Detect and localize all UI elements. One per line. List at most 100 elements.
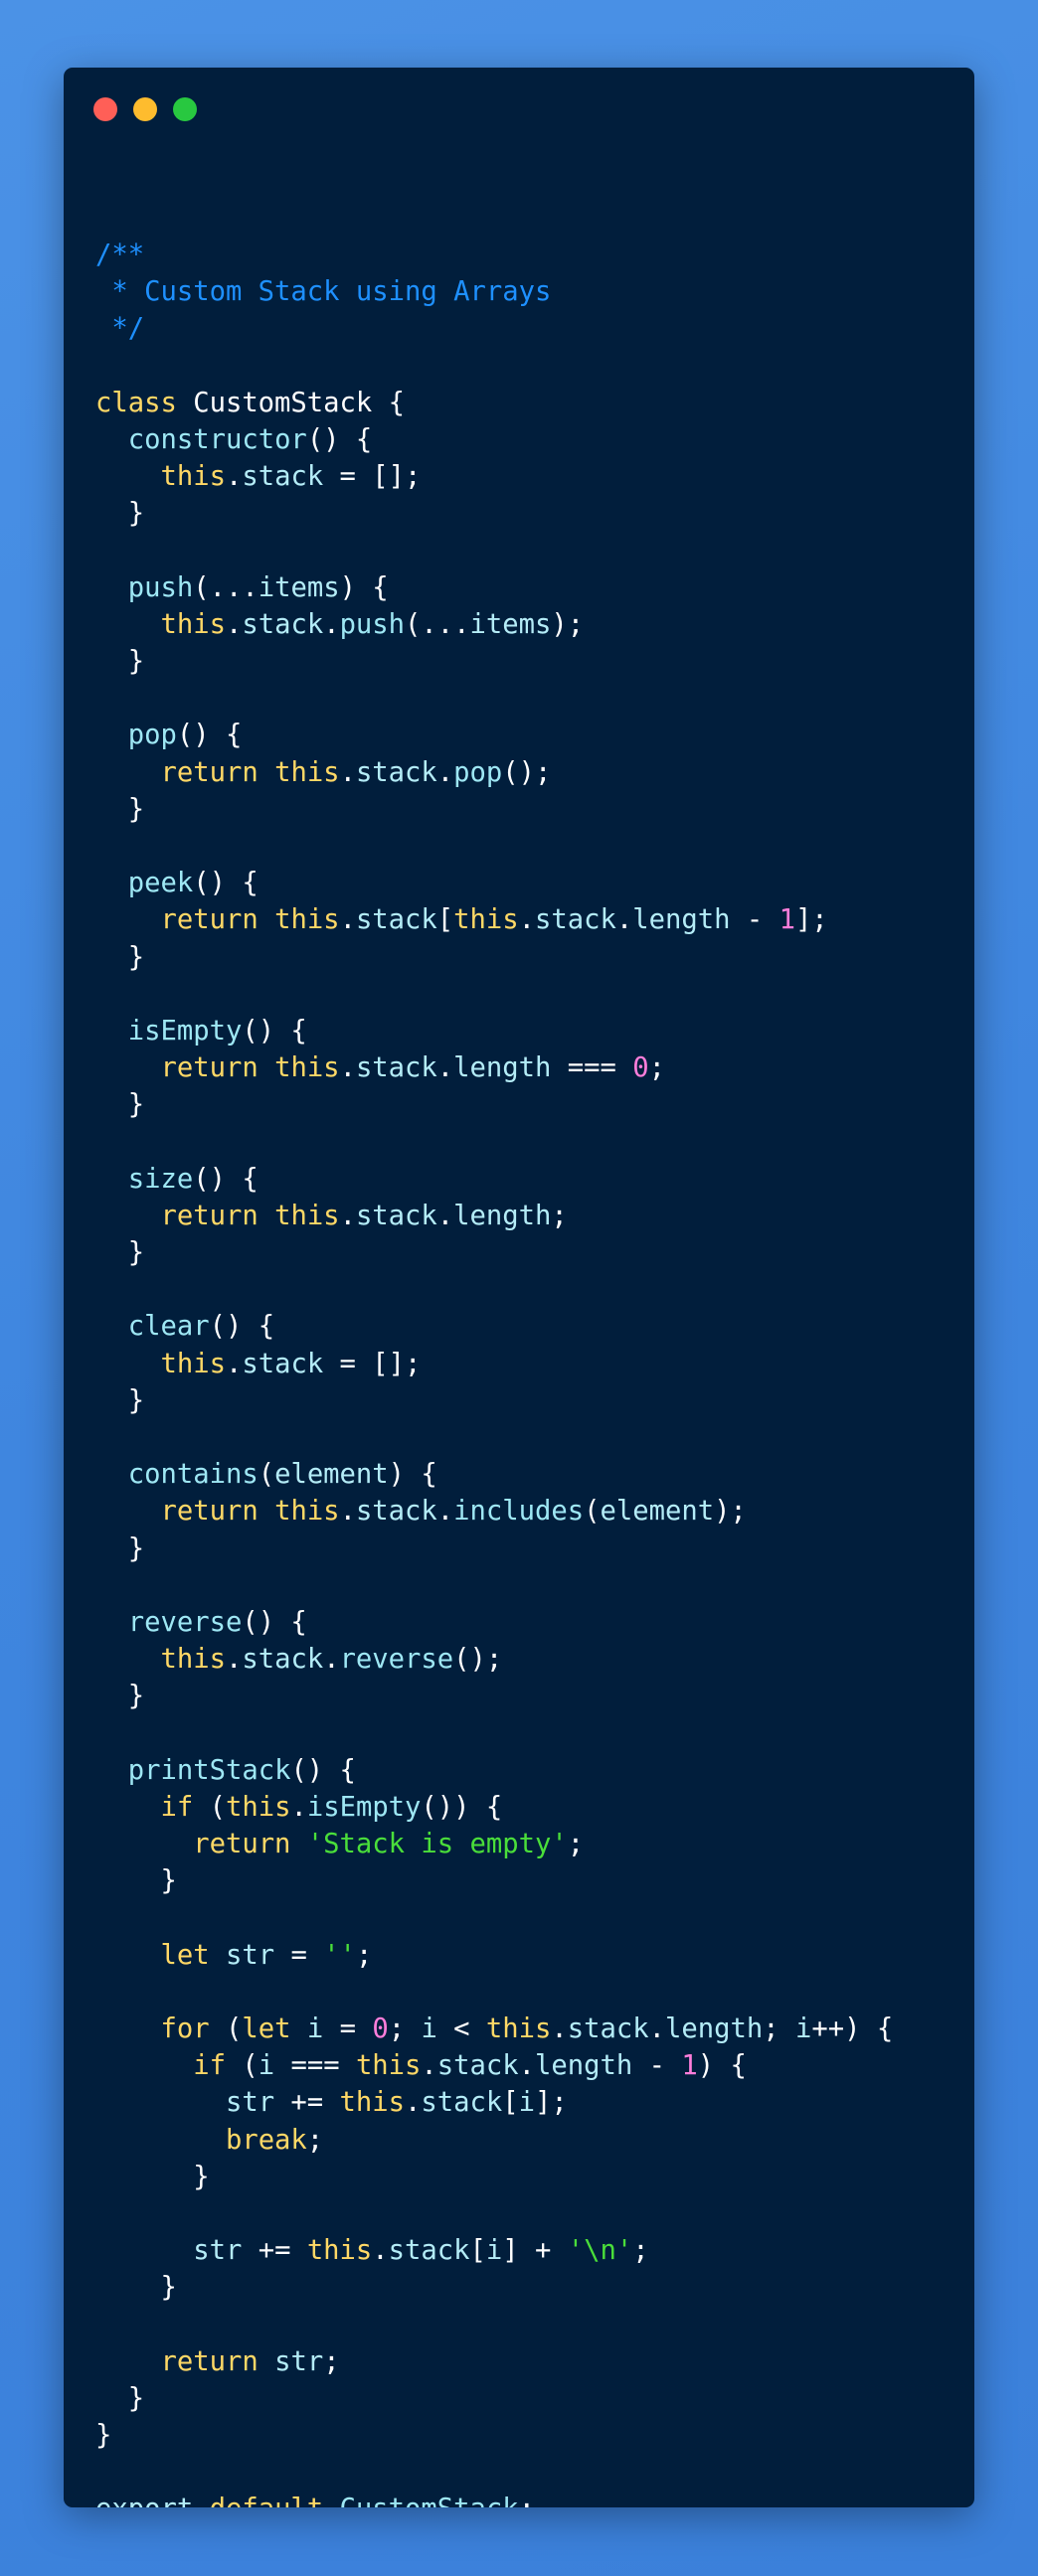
code-token-plain: . [225,1644,243,1676]
code-line: let str = ''; [95,1937,893,1974]
code-token-this: this [274,1200,340,1231]
code-token-plain: } [95,2382,145,2414]
code-token-prop: i [421,2013,437,2044]
code-token-plain: ; [323,2345,340,2377]
code-token-prop: length [453,1200,552,1231]
code-token-plain: - [632,2050,682,2082]
code-block: /** * Custom Stack using Arrays */​class… [95,237,893,2507]
code-token-plain: } [95,498,145,530]
maximize-window-icon[interactable] [173,97,197,121]
code-token-plain: ( [209,2013,243,2044]
code-line: ​ [95,1567,893,1604]
code-line: ​ [95,1899,893,1936]
code-token-plain: . [648,2013,665,2044]
code-token-plain: = [274,1939,324,1971]
code-line: * Custom Stack using Arrays [95,273,893,310]
code-token-plain: = []; [323,1348,422,1379]
code-window: /** * Custom Stack using Arrays */​class… [64,68,974,2507]
code-token-plain: - [730,904,779,936]
code-token-plain: ; [551,1200,568,1231]
code-line: } [95,2159,893,2195]
code-token-plain: ( [584,1496,601,1528]
code-token-plain: ( [225,2050,259,2082]
code-token-this: this [160,608,226,640]
code-token-keyword: class [95,387,177,418]
code-token-plain: } [95,2420,112,2452]
code-token-plain: ) { [388,1459,437,1491]
code-token-prop: items [469,608,552,640]
code-token-prop: i [794,2013,812,2044]
code-line: ​ [95,1419,893,1456]
code-token-prop: length [535,2050,633,2082]
code-token-prop: i [518,2087,535,2119]
code-token-prop: stack [242,461,324,493]
code-line: ​ [95,533,893,569]
code-token-prop: stack [436,2050,519,2082]
code-line: ​ [95,348,893,385]
code-line: ​ [95,2454,893,2491]
code-token-plain: (); [453,1644,503,1676]
code-token-func: includes [453,1496,585,1528]
code-token-plain: . [436,1200,454,1231]
code-token-plain: () { [242,1015,307,1046]
code-token-prop: stack [355,1052,437,1084]
code-token-plain: ; [519,2494,535,2507]
code-line: } [95,1086,893,1123]
code-token-plain: . [436,1496,454,1528]
code-token-plain: [ [436,904,454,936]
code-token-num: 1 [681,2050,698,2082]
code-token-prop: stack [388,2235,470,2267]
code-line: /** [95,237,893,273]
code-token-prop: str [225,1939,275,1971]
code-token-this: this [274,756,340,788]
code-token-plain: } [95,941,145,973]
code-token-plain: === [274,2050,356,2082]
code-token-this: this [160,461,226,493]
code-token-func: push [339,608,406,640]
code-line: ​ [95,1124,893,1161]
code-token-plain: ); [714,1496,747,1528]
code-token-plain: } [95,1237,145,1269]
code-token-plain: () { [193,1163,259,1195]
code-line: } [95,495,893,532]
code-token-plain: . [323,1644,340,1676]
code-token-plain: . [551,2013,568,2044]
code-token-this: this [485,2013,552,2044]
window-titlebar [64,68,974,157]
code-token-plain: ( [193,1791,226,1823]
code-token-keyword: return [160,1052,259,1084]
code-token-this: this [274,1052,340,1084]
close-window-icon[interactable] [93,97,117,121]
code-token-plain: ++) { [811,2013,894,2044]
code-token-prop: stack [535,904,616,936]
code-line: } [95,939,893,976]
code-token-func: CustomStack [340,2494,519,2507]
code-line: } [95,1862,893,1899]
code-line: constructor() { [95,421,893,458]
code-token-prop: length [665,2013,764,2044]
code-token-plain: } [95,1089,145,1121]
code-line: size() { [95,1161,893,1198]
code-token-func: printStack [127,1754,291,1786]
code-token-prop: stack [567,2013,649,2044]
code-token-func: reverse [339,1644,454,1676]
code-token-plain: . [615,904,633,936]
code-line: ​ [95,680,893,717]
minimize-window-icon[interactable] [133,97,157,121]
code-token-func: isEmpty [306,1791,422,1823]
code-token-plain: . [518,904,536,936]
code-token-plain: (... [405,608,470,640]
code-token-func: reverse [127,1606,243,1638]
code-token-plain: . [290,1791,307,1823]
code-token-keyword: return [160,756,259,788]
